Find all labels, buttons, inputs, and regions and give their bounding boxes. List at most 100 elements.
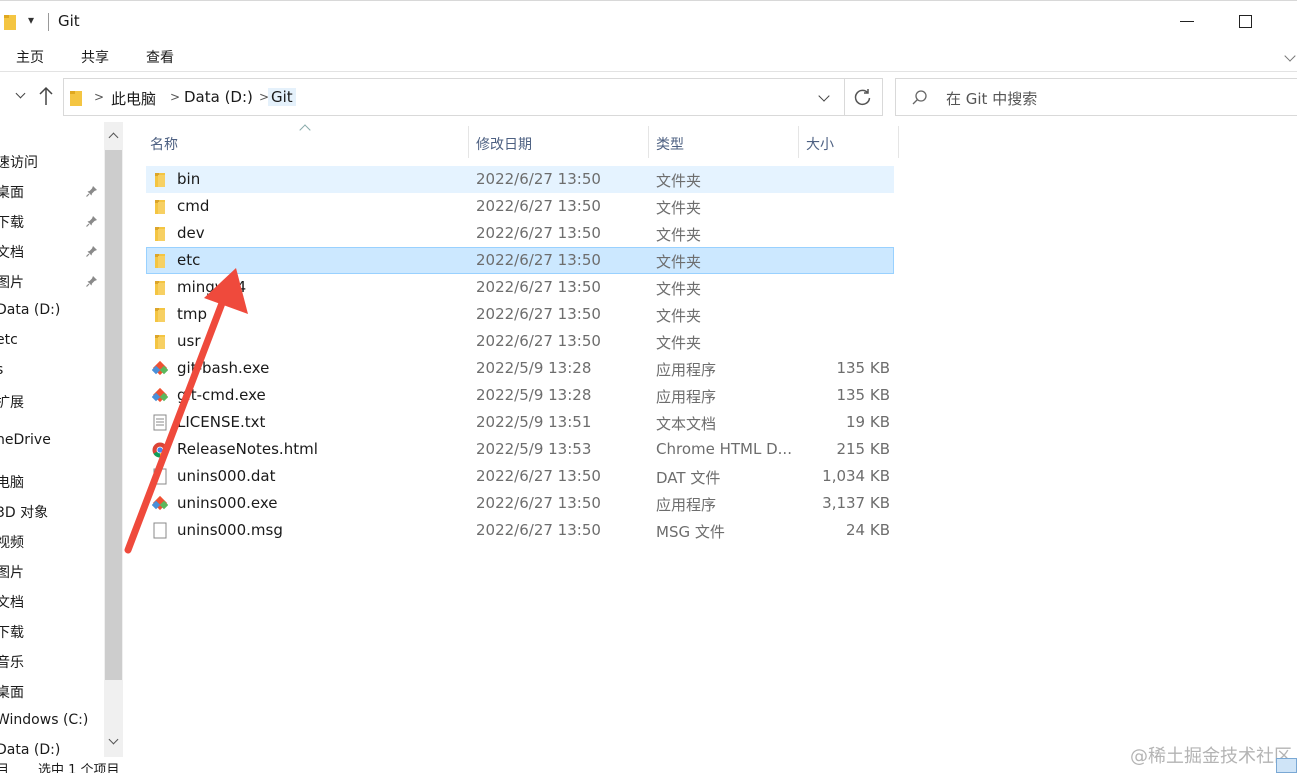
column-size[interactable]: 大小 bbox=[806, 126, 834, 158]
breadcrumb-this-pc[interactable]: 此电脑 bbox=[111, 88, 156, 109]
sidebar-item[interactable]: 文档 bbox=[0, 240, 104, 264]
file-date: 2022/5/9 13:53 bbox=[476, 440, 592, 458]
file-date: 2022/6/27 13:50 bbox=[476, 197, 601, 215]
file-row[interactable]: etc 2022/6/27 13:50 文件夹 bbox=[146, 247, 894, 274]
sidebar-item[interactable]: s bbox=[0, 360, 104, 384]
file-date: 2022/5/9 13:28 bbox=[476, 359, 592, 377]
maximize-button[interactable] bbox=[1239, 15, 1252, 28]
refresh-icon[interactable] bbox=[854, 88, 872, 106]
sidebar-item[interactable]: 下载 bbox=[0, 210, 104, 234]
file-type: 文件夹 bbox=[656, 307, 702, 325]
sidebar-item[interactable]: neDrive bbox=[0, 430, 104, 454]
scroll-down-icon[interactable] bbox=[108, 734, 119, 745]
file-row[interactable]: tmp 2022/6/27 13:50 文件夹 bbox=[146, 301, 894, 328]
quick-access-dropdown[interactable]: ▾ bbox=[28, 13, 34, 27]
column-divider[interactable] bbox=[898, 126, 899, 158]
sidebar-item[interactable]: 图片 bbox=[0, 560, 104, 584]
minimize-button[interactable] bbox=[1180, 21, 1194, 22]
file-size: 135 KB bbox=[836, 386, 890, 404]
sidebar-item[interactable]: 文档 bbox=[0, 590, 104, 614]
column-divider[interactable] bbox=[648, 126, 649, 158]
sidebar-item[interactable]: 音乐 bbox=[0, 650, 104, 674]
tab-view[interactable]: 查看 bbox=[146, 47, 174, 67]
address-bar[interactable]: > 此电脑 > Data (D:) > Git bbox=[63, 78, 883, 116]
folder-icon bbox=[155, 308, 165, 322]
sidebar-item-label: 下载 bbox=[0, 215, 24, 231]
sidebar-item[interactable]: etc bbox=[0, 330, 104, 354]
column-date-modified[interactable]: 修改日期 bbox=[476, 126, 532, 158]
sidebar-item[interactable]: 下载 bbox=[0, 620, 104, 644]
file-type: DAT 文件 bbox=[656, 469, 721, 487]
tab-share[interactable]: 共享 bbox=[81, 47, 109, 67]
sidebar-item[interactable]: 速访问 bbox=[0, 150, 104, 174]
breadcrumb-data-drive[interactable]: Data (D:) bbox=[184, 88, 253, 106]
file-row[interactable]: cmd 2022/6/27 13:50 文件夹 bbox=[146, 193, 894, 220]
navigation-pane: 速访问桌面下载文档图片Data (D:)etcs扩展neDrive电脑3D 对象… bbox=[0, 122, 124, 773]
scroll-up-icon[interactable] bbox=[108, 132, 119, 143]
view-toggle-button[interactable] bbox=[1276, 758, 1297, 773]
file-name: etc bbox=[177, 251, 201, 269]
expand-ribbon-chevron-icon[interactable] bbox=[1284, 50, 1296, 62]
column-name[interactable]: 名称 bbox=[150, 126, 178, 158]
sidebar-scrollbar[interactable] bbox=[104, 122, 123, 757]
tab-home[interactable]: 主页 bbox=[16, 47, 44, 67]
item-count: 目 bbox=[0, 763, 10, 773]
sidebar-item-label: etc bbox=[0, 332, 18, 348]
file-row[interactable]: usr 2022/6/27 13:50 文件夹 bbox=[146, 328, 894, 355]
file-row[interactable]: dev 2022/6/27 13:50 文件夹 bbox=[146, 220, 894, 247]
file-name: git-cmd.exe bbox=[177, 386, 266, 404]
file-size: 1,034 KB bbox=[822, 467, 890, 485]
recent-locations-chevron-icon[interactable] bbox=[15, 88, 26, 99]
breadcrumb-separator[interactable]: > bbox=[170, 90, 180, 104]
file-row[interactable]: unins000.msg 2022/6/27 13:50 MSG 文件 24 KB bbox=[146, 517, 894, 544]
sidebar-item[interactable]: 3D 对象 bbox=[0, 500, 104, 524]
sidebar-item[interactable]: 桌面 bbox=[0, 680, 104, 704]
file-type: MSG 文件 bbox=[656, 523, 725, 541]
file-type: 应用程序 bbox=[656, 388, 717, 406]
file-date: 2022/6/27 13:50 bbox=[476, 521, 601, 539]
sidebar-item[interactable]: 桌面 bbox=[0, 180, 104, 204]
sidebar-item-label: 文档 bbox=[0, 595, 24, 611]
sidebar-item[interactable]: Data (D:) bbox=[0, 300, 104, 324]
selection-count: 选中 1 个项目 bbox=[38, 763, 120, 773]
file-name: bin bbox=[177, 170, 201, 188]
address-history-chevron-icon[interactable] bbox=[818, 90, 830, 102]
sidebar-item-label: 图片 bbox=[0, 275, 24, 291]
folder-icon bbox=[70, 91, 82, 106]
pin-icon bbox=[86, 246, 97, 257]
file-name: unins000.exe bbox=[177, 494, 278, 512]
sidebar-item-label: Windows (C:) bbox=[0, 712, 89, 728]
file-row[interactable]: LICENSE.txt 2022/5/9 13:51 文本文档 19 KB bbox=[146, 409, 894, 436]
scrollbar-thumb[interactable] bbox=[105, 150, 122, 680]
file-name: LICENSE.txt bbox=[177, 413, 266, 431]
up-arrow-icon[interactable] bbox=[38, 86, 54, 106]
file-row[interactable]: git-cmd.exe 2022/5/9 13:28 应用程序 135 KB bbox=[146, 382, 894, 409]
sidebar-item-label: Data (D:) bbox=[0, 302, 61, 318]
column-type[interactable]: 类型 bbox=[656, 126, 684, 158]
sidebar-item[interactable]: 图片 bbox=[0, 270, 104, 294]
sidebar-item-label: 速访问 bbox=[0, 155, 38, 171]
sidebar-item[interactable]: Windows (C:) bbox=[0, 710, 104, 734]
file-row[interactable]: unins000.exe 2022/6/27 13:50 应用程序 3,137 KB bbox=[146, 490, 894, 517]
file-row[interactable]: unins000.dat 2022/6/27 13:50 DAT 文件 1,034 K… bbox=[146, 463, 894, 490]
pin-icon bbox=[86, 186, 97, 197]
file-type: Chrome HTML D... bbox=[656, 440, 792, 458]
file-date: 2022/6/27 13:50 bbox=[476, 278, 601, 296]
column-divider[interactable] bbox=[468, 126, 469, 158]
file-row[interactable]: mingw64 2022/6/27 13:50 文件夹 bbox=[146, 274, 894, 301]
sidebar-item-label: 图片 bbox=[0, 565, 24, 581]
sidebar-item[interactable]: 扩展 bbox=[0, 390, 104, 414]
search-box[interactable]: 在 Git 中搜索 bbox=[895, 78, 1297, 116]
sidebar-item[interactable]: 视频 bbox=[0, 530, 104, 554]
breadcrumb-separator[interactable]: > bbox=[94, 90, 104, 104]
breadcrumb-git[interactable]: Git bbox=[268, 88, 296, 106]
column-divider[interactable] bbox=[798, 126, 799, 158]
file-row[interactable]: git-bash.exe 2022/5/9 13:28 应用程序 135 KB bbox=[146, 355, 894, 382]
file-type: 文件夹 bbox=[656, 172, 702, 190]
file-type: 文本文档 bbox=[656, 415, 717, 433]
file-row[interactable]: bin 2022/6/27 13:50 文件夹 bbox=[146, 166, 894, 193]
folder-icon bbox=[4, 15, 16, 30]
search-input[interactable]: 在 Git 中搜索 bbox=[946, 88, 1037, 109]
sidebar-item[interactable]: 电脑 bbox=[0, 470, 104, 494]
file-row[interactable]: ReleaseNotes.html 2022/5/9 13:53 Chrome HT… bbox=[146, 436, 894, 463]
